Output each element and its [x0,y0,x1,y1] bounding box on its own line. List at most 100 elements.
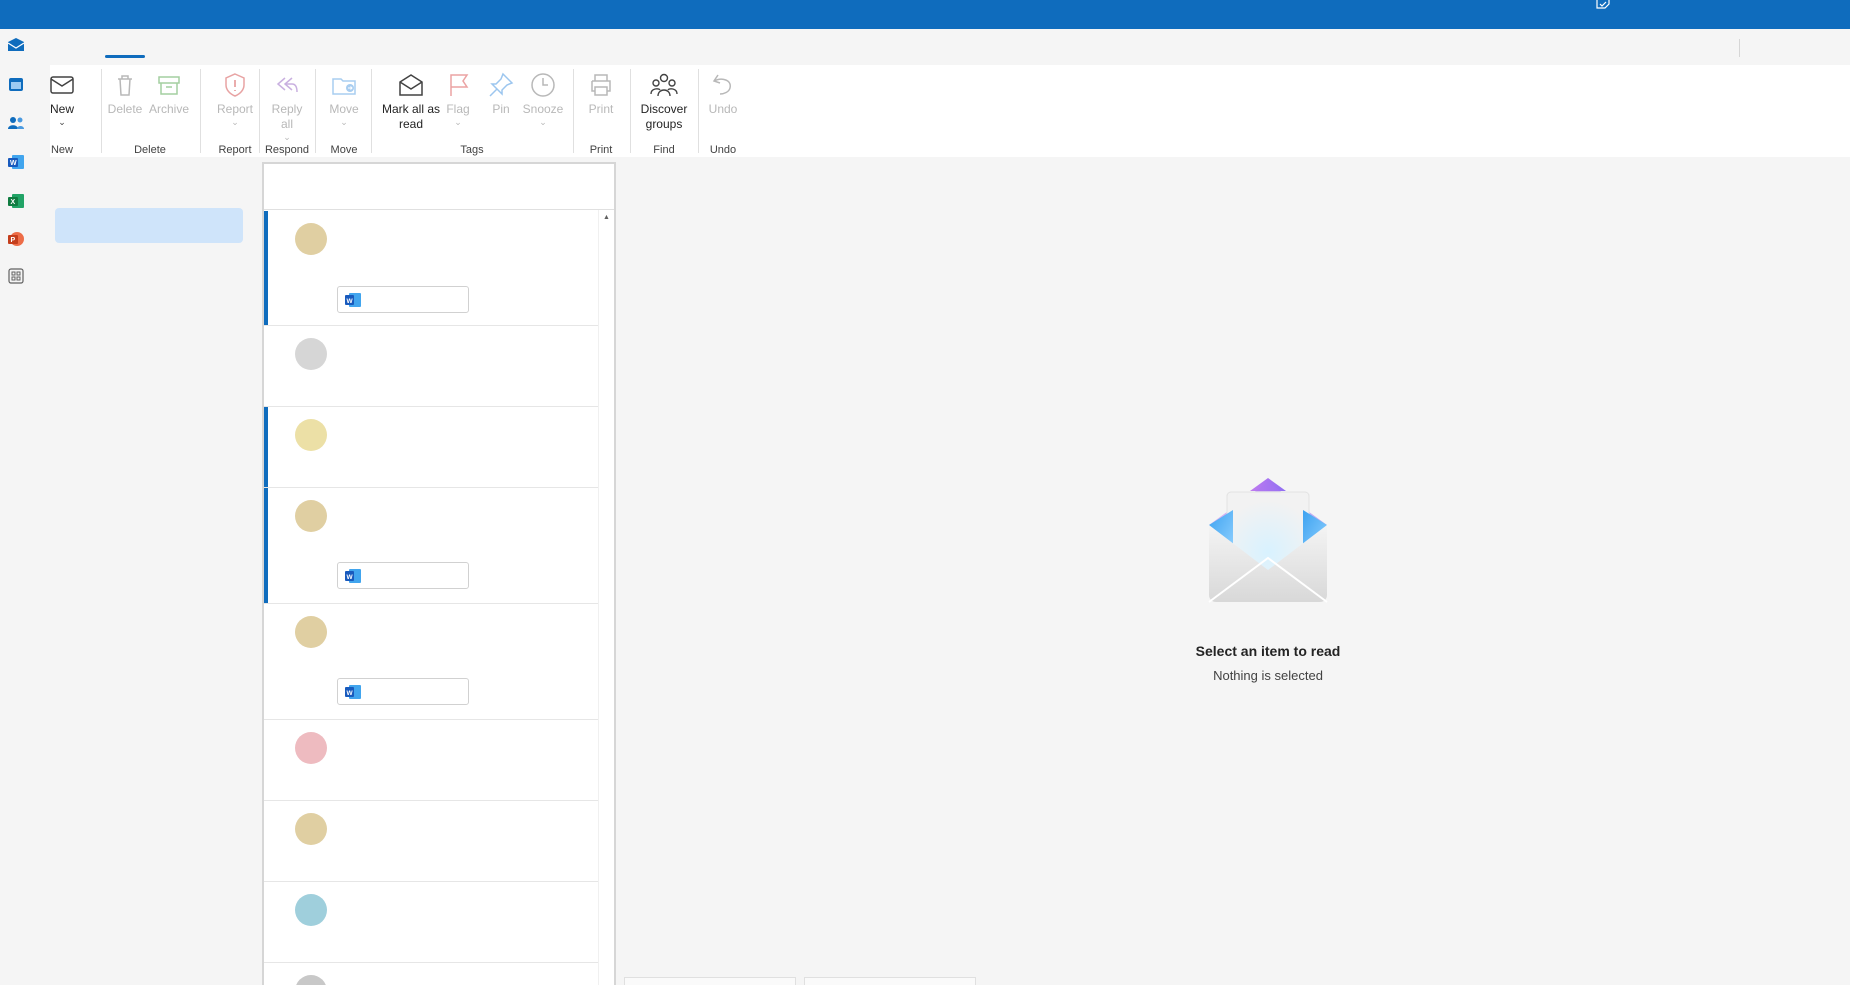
avatar [295,732,327,764]
group-divider [259,69,260,153]
chevron-down-icon[interactable]: ⌄ [454,117,462,127]
archive-icon [158,76,180,95]
avatar [295,813,327,845]
more-apps-icon[interactable] [5,265,27,287]
svg-text:W: W [10,160,17,167]
discover-groups-button[interactable]: Discover groups [634,70,694,132]
new-label: New [50,102,75,116]
group-label-report: Report [218,144,252,156]
archive-label: Archive [148,102,189,116]
print-label: Print [588,102,614,116]
group-divider [630,69,631,153]
mark-all-read-label-line1: Mark all as [381,102,440,116]
pin-button[interactable]: Pin [482,70,520,117]
list-item[interactable] [264,326,598,407]
print-button[interactable]: Print [580,70,622,117]
pin-icon [489,72,514,97]
word-app-icon[interactable]: W [5,151,27,173]
folder-move-icon [332,78,356,95]
list-item[interactable]: W [264,488,598,604]
empty-state-subtitle: Nothing is selected [1213,668,1323,683]
bottom-tab[interactable] [624,977,796,985]
people-app-icon[interactable] [5,112,27,134]
message-list-header [264,164,614,210]
title-bar [0,0,1850,29]
undo-label: Undo [708,102,738,116]
list-item[interactable]: W [264,211,598,326]
undo-button[interactable]: Undo [705,70,741,117]
snooze-label: Snooze [522,102,564,116]
mark-all-read-button[interactable]: Mark all as read [380,70,442,132]
group-label-find: Find [653,144,675,156]
people-community-icon [650,73,678,97]
svg-text:W: W [347,298,354,305]
active-tab-indicator[interactable] [105,55,145,58]
group-divider [573,69,574,153]
word-doc-icon: W [345,293,361,307]
move-label: Move [329,102,359,116]
open-envelope-illustration [1208,478,1328,603]
move-button[interactable]: Move ⌄ [325,70,363,127]
reply-all-label-line1: Reply [271,102,303,116]
list-item[interactable] [264,407,598,488]
svg-text:W: W [347,574,354,581]
folder-pane [50,160,262,985]
avatar [295,419,327,451]
svg-text:W: W [347,690,354,697]
empty-state-title: Select an item to read [1195,643,1341,659]
list-item[interactable]: W [264,604,598,720]
chevron-down-icon[interactable]: ⌄ [340,117,348,127]
attachment-chip[interactable]: W [337,678,469,705]
group-divider [101,69,102,153]
delete-label: Delete [107,102,143,116]
list-item[interactable] [264,963,598,985]
reading-pane: Select an item to read Nothing is select… [616,157,1850,985]
report-button[interactable]: Report ⌄ [210,70,260,127]
undo-icon [712,74,731,95]
flag-button[interactable]: Flag ⌄ [442,70,474,127]
avatar [295,975,327,985]
powerpoint-app-icon[interactable]: P [5,228,27,250]
chevron-down-icon[interactable]: ⌄ [283,132,291,142]
flag-label: Flag [446,102,470,116]
avatar [295,338,327,370]
list-item[interactable] [264,882,598,963]
scroll-up-arrow-icon[interactable]: ▲ [603,214,610,221]
group-divider [315,69,316,153]
snooze-button[interactable]: Snooze ⌄ [522,70,564,127]
word-doc-icon: W [345,569,361,583]
new-mail-button[interactable]: New ⌄ [50,70,74,127]
archive-button[interactable]: Archive [148,70,190,117]
tabrow-divider [1739,39,1740,57]
group-label-undo: Undo [709,144,737,156]
chevron-down-icon[interactable]: ⌄ [231,117,239,127]
attachment-chip[interactable]: W [337,562,469,589]
svg-text:X: X [11,199,16,206]
calendar-app-icon[interactable] [5,73,27,95]
flag-icon [450,74,469,96]
attachment-chip[interactable]: W [337,286,469,313]
bottom-tab[interactable] [804,977,976,985]
selected-folder-item[interactable] [55,208,243,243]
excel-app-icon[interactable]: X [5,190,27,212]
reply-all-button[interactable]: Reply all ⌄ [268,70,306,142]
chevron-down-icon[interactable]: ⌄ [58,117,66,127]
mail-app-icon[interactable] [5,34,27,56]
clock-icon [531,73,555,97]
svg-text:P: P [11,237,16,244]
list-item[interactable] [264,801,598,882]
sticky-note-check-icon[interactable] [1594,0,1612,12]
envelope-open-icon [399,74,423,96]
delete-button[interactable]: Delete [107,70,143,117]
list-item[interactable] [264,720,598,801]
chevron-down-icon[interactable]: ⌄ [539,117,547,127]
shield-alert-icon [225,73,245,97]
avatar [295,223,327,255]
reply-all-icon [276,77,298,93]
discover-groups-label-line1: Discover [640,102,688,116]
word-doc-icon: W [345,685,361,699]
pin-label: Pin [492,102,510,116]
avatar [295,616,327,648]
message-list-scrollbar[interactable]: ▲ [598,210,614,985]
group-label-tags: Tags [460,144,484,156]
